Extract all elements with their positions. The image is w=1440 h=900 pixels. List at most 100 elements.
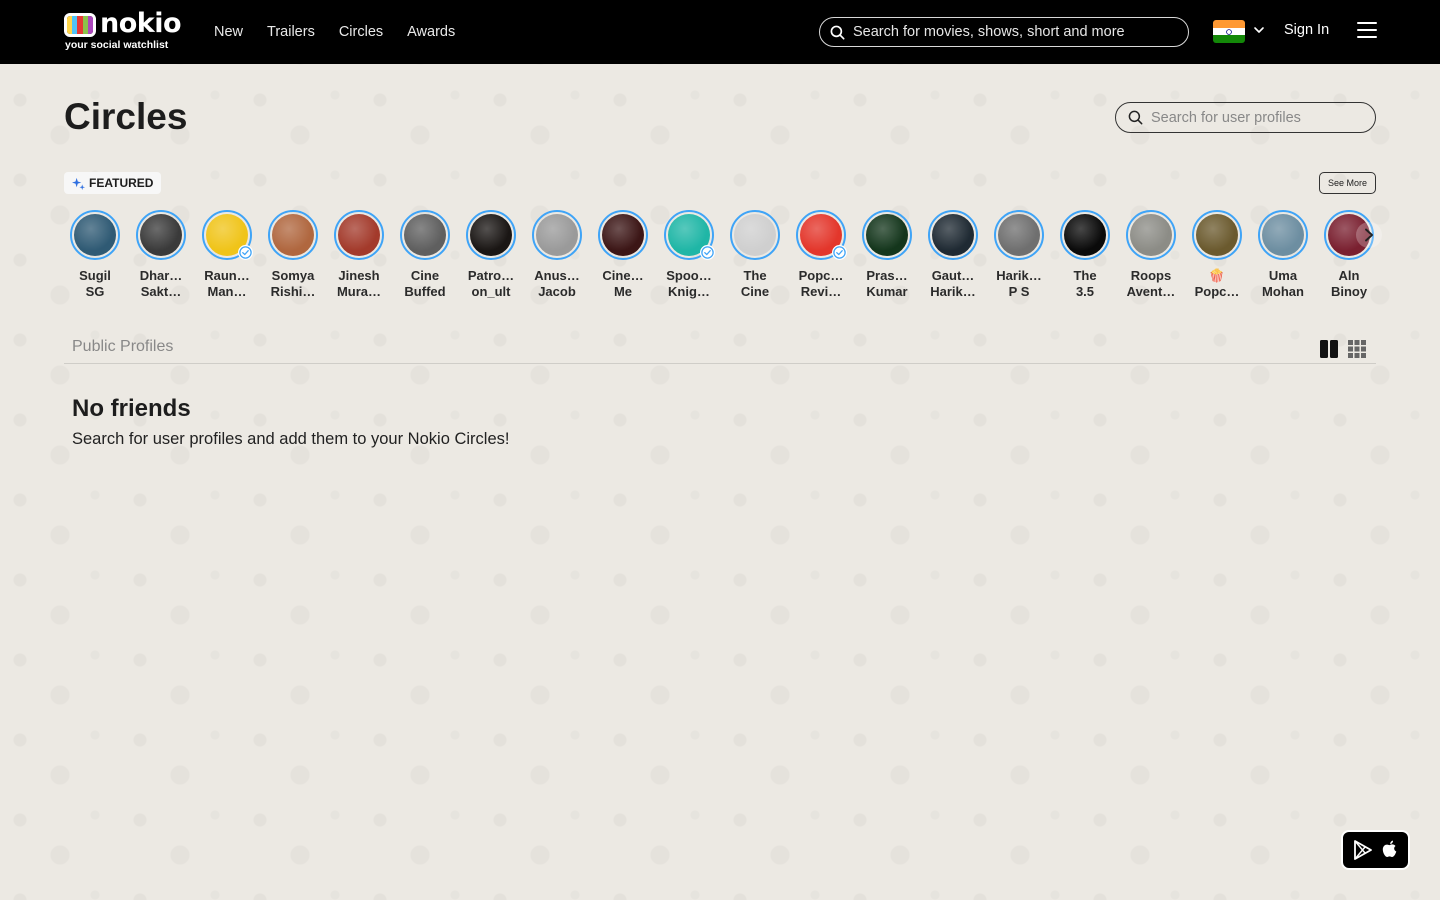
avatar[interactable]: [136, 210, 186, 260]
avatar[interactable]: [70, 210, 120, 260]
featured-profile[interactable]: The Cine: [722, 206, 788, 306]
featured-profile[interactable]: Harik… P S: [986, 206, 1052, 306]
profile-name: Aln Binoy: [1318, 268, 1376, 300]
profile-name-line2: Avent…: [1126, 284, 1176, 299]
profile-search-input[interactable]: [1151, 109, 1371, 126]
profile-name: Sugil SG: [64, 268, 126, 300]
avatar[interactable]: [1126, 210, 1176, 260]
profile-name-line2: Sakt…: [140, 284, 182, 299]
profile-name: Jinesh Mura…: [328, 268, 390, 300]
featured-profile[interactable]: Pras… Kumar: [854, 206, 920, 306]
featured-profile[interactable]: Dhar… Sakt…: [128, 206, 194, 306]
featured-profile[interactable]: Raun… Man…: [194, 206, 260, 306]
avatar[interactable]: [664, 210, 715, 260]
featured-profile[interactable]: Sugil SG: [62, 206, 128, 306]
global-search-input[interactable]: [853, 24, 1173, 40]
avatar-image: [1130, 214, 1172, 256]
featured-profile[interactable]: Gaut… Harik…: [920, 206, 986, 306]
profile-search-box[interactable]: [1115, 102, 1376, 133]
avatar[interactable]: [268, 210, 318, 260]
profile-name: Raun… Man…: [196, 268, 258, 300]
india-flag-icon[interactable]: [1213, 20, 1245, 43]
avatar-image: [1262, 214, 1304, 256]
empty-state-title: No friends: [72, 395, 191, 422]
avatar[interactable]: [1258, 210, 1308, 260]
app-download-badge[interactable]: [1341, 830, 1410, 870]
nav-trailers[interactable]: Trailers: [267, 24, 315, 40]
featured-profile[interactable]: Somya Rishi…: [260, 206, 326, 306]
carousel-next-button[interactable]: [1356, 222, 1382, 248]
avatar[interactable]: [598, 210, 648, 260]
chevron-right-icon: [1365, 228, 1373, 242]
featured-profile[interactable]: Roops Avent…: [1118, 206, 1184, 306]
profile-name: Anus… Jacob: [526, 268, 588, 300]
featured-profile[interactable]: 🍿 Popc…: [1184, 206, 1250, 306]
avatar[interactable]: [730, 210, 780, 260]
featured-profile[interactable]: Anus… Jacob: [524, 206, 590, 306]
nav-circles[interactable]: Circles: [339, 24, 383, 40]
featured-profile[interactable]: Aln Binoy: [1316, 206, 1376, 306]
global-search-box[interactable]: [819, 17, 1189, 47]
featured-profile[interactable]: Spoo… Knig…: [656, 206, 722, 306]
profile-name-line2: Harik…: [930, 284, 976, 299]
avatar[interactable]: [400, 210, 450, 260]
profile-name: Dhar… Sakt…: [130, 268, 192, 300]
avatar-image: [1064, 214, 1106, 256]
hamburger-menu-icon[interactable]: [1357, 22, 1377, 40]
profile-name: Popc… Revi…: [790, 268, 852, 300]
featured-profile[interactable]: Cine… Me: [590, 206, 656, 306]
featured-profile[interactable]: Patro… on_ult: [458, 206, 524, 306]
avatar[interactable]: [928, 210, 978, 260]
avatar[interactable]: [202, 210, 253, 260]
featured-profile[interactable]: Uma Mohan: [1250, 206, 1316, 306]
page-title: Circles: [64, 96, 188, 137]
featured-profile[interactable]: Cine Buffed: [392, 206, 458, 306]
avatar[interactable]: [1192, 210, 1242, 260]
empty-state-subtitle: Search for user profiles and add them to…: [72, 430, 510, 448]
nokio-logo[interactable]: nokio your social watchlist: [64, 8, 182, 52]
profile-name-line1: Uma: [1268, 268, 1298, 283]
featured-label: FEATURED: [64, 172, 162, 194]
profile-name-line1: The: [1073, 268, 1097, 283]
featured-text: FEATURED: [89, 176, 154, 190]
avatar[interactable]: [862, 210, 912, 260]
profile-name-line2: Mohan: [1262, 284, 1304, 299]
profile-name-line1: Spoo…: [666, 268, 712, 283]
logo-wordmark: nokio: [100, 8, 182, 39]
profile-name-line1: Anus…: [534, 268, 580, 283]
chevron-down-icon[interactable]: [1253, 24, 1265, 36]
profile-name-line2: Binoy: [1330, 284, 1368, 299]
profile-name-line1: Raun…: [204, 268, 250, 283]
avatar[interactable]: [466, 210, 516, 260]
profile-name-line1: Aln: [1338, 268, 1360, 283]
avatar[interactable]: [796, 210, 847, 260]
two-column-view-icon[interactable]: [1320, 340, 1338, 358]
logo-tagline: your social watchlist: [65, 39, 169, 51]
profile-name-line2: Kumar: [866, 284, 908, 299]
avatar[interactable]: [1060, 210, 1110, 260]
featured-profiles-carousel: Sugil SG Dhar… Sakt… Raun… Man… Somya Rishi… Jin…: [62, 206, 1376, 306]
profile-name: The 3.5: [1054, 268, 1116, 300]
profile-name-line1: Popc…: [798, 268, 844, 283]
avatar[interactable]: [994, 210, 1044, 260]
tv-logo-icon: [64, 13, 96, 37]
profile-name: Patro… on_ult: [460, 268, 522, 300]
sign-in-link[interactable]: Sign In: [1284, 22, 1329, 38]
avatar-image: [1196, 214, 1238, 256]
profile-name-line1: Jinesh: [338, 268, 380, 283]
profile-name-line2: SG: [85, 284, 105, 299]
grid-view-icon[interactable]: [1348, 340, 1366, 358]
nav-new[interactable]: New: [214, 24, 243, 40]
avatar[interactable]: [532, 210, 582, 260]
profile-name-line2: 3.5: [1075, 284, 1095, 299]
see-more-button[interactable]: See More: [1319, 172, 1376, 194]
featured-profile[interactable]: The 3.5: [1052, 206, 1118, 306]
sparkle-icon: [72, 177, 85, 190]
avatar-image: [866, 214, 908, 256]
avatar[interactable]: [334, 210, 384, 260]
featured-profile[interactable]: Popc… Revi…: [788, 206, 854, 306]
featured-profile[interactable]: Jinesh Mura…: [326, 206, 392, 306]
nav-awards[interactable]: Awards: [407, 24, 455, 40]
section-divider: [64, 363, 1376, 364]
profile-name-line2: Me: [613, 284, 633, 299]
